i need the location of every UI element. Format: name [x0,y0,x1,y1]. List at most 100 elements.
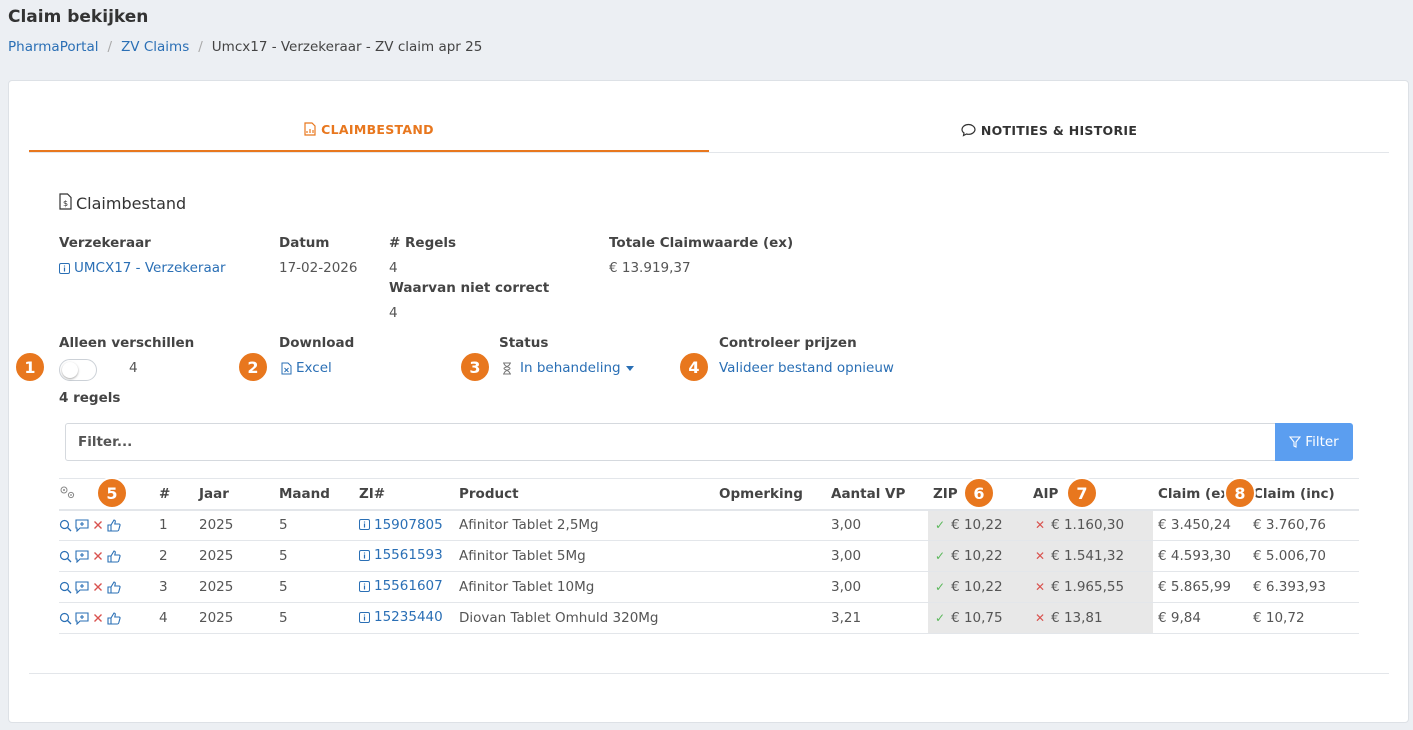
header-maand[interactable]: Maand [279,479,359,510]
row-actions [59,541,159,572]
row-actions [59,572,159,603]
alleen-verschillen-toggle[interactable] [59,359,97,381]
svg-text:$: $ [63,199,68,208]
excel-file-icon [281,362,292,374]
close-icon[interactable] [92,612,104,624]
check-icon: ✓ [935,549,946,563]
info-icon [359,549,370,561]
cell-aantal-vp: 3,00 [831,517,862,534]
breadcrumb-pharmaportal[interactable]: PharmaPortal [8,39,99,55]
cell-claim-inc: € 3.760,76 [1253,517,1326,534]
verzekeraar-link[interactable]: UMCX17 - Verzekeraar [59,260,226,276]
magnifier-icon[interactable] [59,612,72,625]
chat-bubble-icon [961,123,976,137]
cell-nr: 3 [159,579,168,595]
zi-number[interactable]: 15561607 [374,578,443,594]
tab-label: NOTITIES & HISTORIE [980,122,1138,138]
cross-icon: ✕ [1035,611,1046,625]
cell-zip: ✓ € 10,75 [928,602,1028,634]
cell-product: Afinitor Tablet 2,5Mg [459,517,599,534]
comment-add-icon[interactable] [75,549,89,563]
cell-zip: ✓ € 10,22 [928,540,1028,572]
callout-badge-7: 7 [1066,477,1098,509]
callout-badge-3: 3 [459,351,491,383]
check-icon: ✓ [935,580,946,594]
filter-button[interactable]: Filter [1275,423,1353,461]
breadcrumb-separator: / [198,39,203,55]
table-row: 1 2025 5 15907805 Afinitor Tablet 2,5Mg 3,00 ✓… [59,509,1359,541]
cell-zi[interactable]: 15907805 [359,510,459,541]
table-row: 2 2025 5 15561593 Afinitor Tablet 5Mg 3,00 ✓ € … [59,540,1359,572]
cell-aantal-vp: 3,00 [831,579,862,595]
cross-icon: ✕ [1035,549,1046,563]
header-product[interactable]: Product [459,479,719,510]
cell-zi[interactable]: 15235440 [359,603,459,634]
info-icon [359,611,370,623]
close-icon[interactable] [92,581,104,593]
hourglass-icon [503,362,511,374]
zip-value: € 10,75 [951,610,1003,626]
section-title-text: Claimbestand [76,194,187,213]
callout-badge-4: 4 [678,351,710,383]
regels-value: 4 [389,260,398,276]
caret-down-icon [625,366,634,371]
cell-jaar: 2025 [199,517,234,534]
cell-zi[interactable]: 15561593 [359,541,459,572]
zi-number[interactable]: 15235440 [374,609,443,625]
header-opmerking[interactable]: Opmerking [719,479,831,510]
filter-input[interactable] [65,423,1277,461]
breadcrumb-zv-claims[interactable]: ZV Claims [121,39,189,55]
callout-badge-5: 5 [96,477,128,509]
tab-notities-historie[interactable]: NOTITIES & HISTORIE [709,108,1389,152]
totale-claimwaarde-label: Totale Claimwaarde (ex) [609,235,794,251]
gears-icon [60,486,75,498]
cell-claim-inc: € 10,72 [1253,610,1305,626]
filter-button-label: Filter [1305,434,1339,450]
info-icon [359,580,370,592]
zi-number[interactable]: 15561593 [374,547,443,563]
cell-aip: ✕ € 13,81 [1028,602,1153,634]
tab-claimbestand[interactable]: CLAIMBESTAND [29,108,709,152]
close-icon[interactable] [92,550,104,562]
alleen-verschillen-label: Alleen verschillen [59,335,195,351]
cell-nr: 2 [159,548,168,564]
comment-add-icon[interactable] [75,519,89,532]
claim-card: CLAIMBESTAND NOTITIES & HISTORIE $ Claim… [8,80,1409,723]
niet-correct-label: Waarvan niet correct [389,280,550,296]
thumbs-up-icon[interactable] [107,611,121,625]
header-aantal-vp[interactable]: Aantal VP [831,479,928,510]
thumbs-up-icon[interactable] [107,519,121,532]
status-dropdown[interactable]: In behandeling [502,360,639,376]
magnifier-icon[interactable] [59,519,72,532]
header-jaar[interactable]: Jaar [199,479,279,510]
regels-label: # Regels [389,235,457,251]
cell-zi[interactable]: 15561607 [359,572,459,603]
cell-zip: ✓ € 10,22 [928,509,1028,541]
aip-value: € 1.541,32 [1051,548,1125,564]
cell-jaar: 2025 [199,579,234,595]
thumbs-up-icon[interactable] [107,549,121,563]
comment-add-icon[interactable] [75,580,89,594]
totale-claimwaarde-value: € 13.919,37 [609,260,691,276]
zip-value: € 10,22 [951,517,1003,534]
valideer-bestand-link[interactable]: Valideer bestand opnieuw [719,360,894,376]
cell-claim-ex: € 5.865,99 [1158,579,1231,595]
cell-maand: 5 [279,610,288,626]
header-nr[interactable]: # [159,479,199,510]
cell-opmerking [719,572,831,603]
callout-badge-1: 1 [14,351,46,383]
comment-add-icon[interactable] [75,611,89,625]
magnifier-icon[interactable] [59,550,72,563]
zi-number[interactable]: 15907805 [374,517,443,533]
cell-jaar: 2025 [199,548,234,564]
status-value: In behandeling [520,360,621,376]
download-excel-link[interactable]: Excel [281,360,332,376]
cell-maand: 5 [279,579,288,595]
header-claim-inc[interactable]: Claim (inc) [1253,479,1359,510]
magnifier-icon[interactable] [59,581,72,594]
close-icon[interactable] [92,519,104,531]
thumbs-up-icon[interactable] [107,580,121,594]
download-excel-text: Excel [296,360,332,376]
header-zi[interactable]: ZI# [359,479,459,510]
zip-value: € 10,22 [951,548,1003,564]
